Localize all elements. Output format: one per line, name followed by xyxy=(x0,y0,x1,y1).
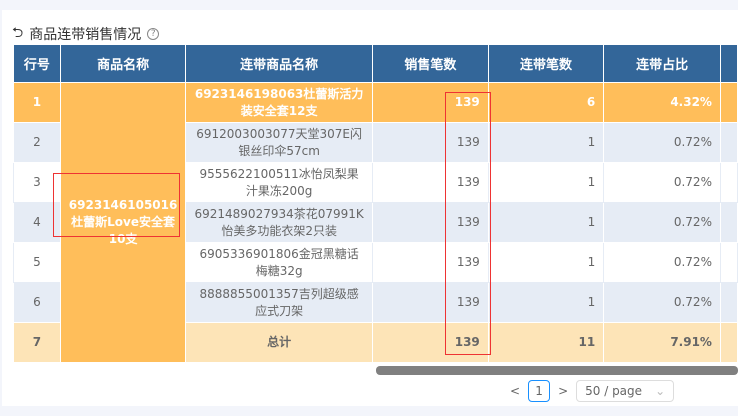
back-icon[interactable]: ⮌ xyxy=(12,22,23,46)
next-page-button[interactable]: > xyxy=(558,384,568,398)
col-header[interactable]: 连带商品名称 xyxy=(185,44,373,83)
data-table: 行号 商品名称 连带商品名称 销售笔数 连带笔数 连带占比 1 69231461… xyxy=(13,44,738,363)
col-header[interactable]: 行号 xyxy=(13,44,61,83)
prev-page-button[interactable]: < xyxy=(510,384,520,398)
pagination: < 1 > 50 / page ⌄ xyxy=(510,380,675,402)
page-button[interactable]: 1 xyxy=(528,380,551,402)
product-name-cell: 6923146105016杜蕾斯Love安全套10支 xyxy=(59,82,187,363)
header-row: 行号 商品名称 连带商品名称 销售笔数 连带笔数 连带占比 xyxy=(13,44,738,83)
table-row[interactable]: 1 6923146105016杜蕾斯Love安全套10支 69231461980… xyxy=(13,82,738,363)
col-header[interactable]: 商品名称 xyxy=(59,44,187,83)
page-size-select[interactable]: 50 / page ⌄ xyxy=(576,380,675,402)
col-header[interactable]: 连带笔数 xyxy=(487,44,605,83)
col-header xyxy=(719,44,738,83)
col-header[interactable]: 连带占比 xyxy=(603,44,721,83)
horizontal-scrollbar[interactable] xyxy=(376,366,738,375)
section-title: ⮌ 商品连带销售情况 ? xyxy=(12,22,160,46)
chevron-down-icon: ⌄ xyxy=(655,384,666,398)
help-icon[interactable]: ? xyxy=(147,28,160,40)
col-header[interactable]: 销售笔数 xyxy=(371,44,489,83)
